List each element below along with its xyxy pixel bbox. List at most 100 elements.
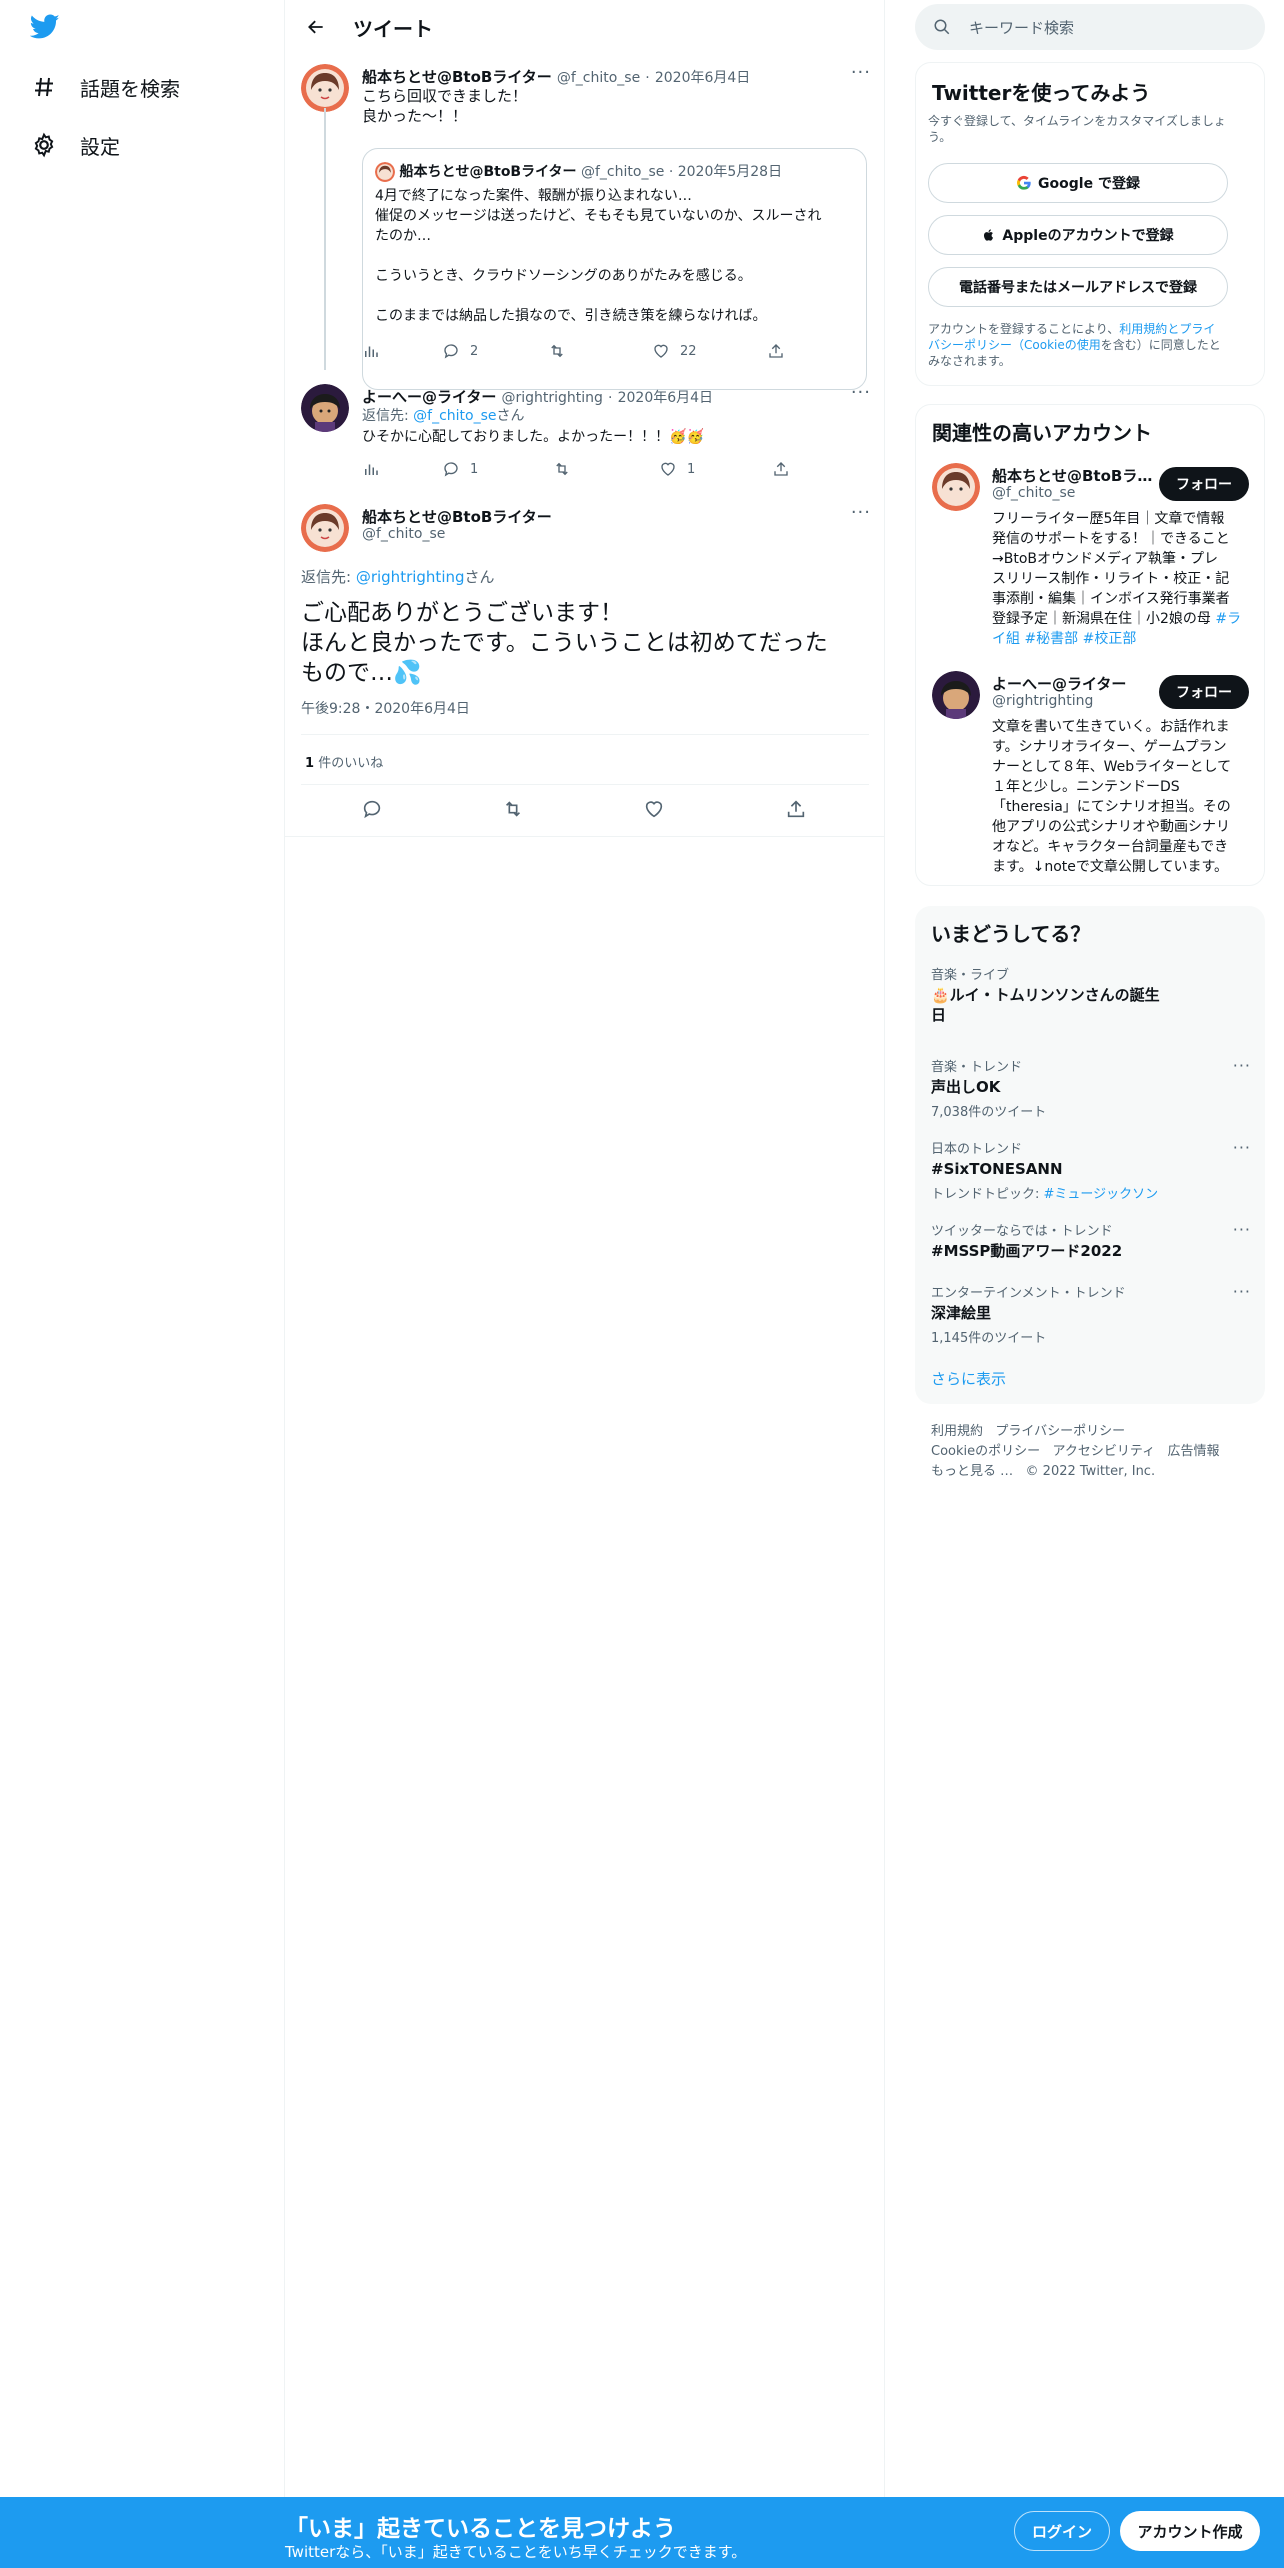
google-signup-button[interactable]: Google で登録 [928,163,1228,203]
legal-text: アカウントを登録することにより、 [928,322,1120,336]
more-options-icon[interactable]: ··· [1233,1056,1251,1075]
tweet-actions: 1 1 [362,456,882,482]
trend-topic-link[interactable]: #ミュージックソン [1044,1187,1159,1202]
trend-item[interactable]: 音楽・ライブ 🎂ルイ・トムリンソンさんの誕生 日 [931,964,1251,1025]
reply-to-link[interactable]: @rightrighting [356,568,465,586]
bio-line: ます。↓noteで文章公開しています。 [992,859,1229,875]
heart-icon [661,462,675,476]
privacy-link[interactable]: プライ [1179,322,1215,336]
more-options-icon[interactable]: ··· [851,382,871,403]
search-input[interactable]: キーワード検索 [969,17,1074,38]
author-handle[interactable]: @f_chito_se [557,70,640,86]
nav-explore[interactable]: 話題を検索 [30,67,180,107]
share-icon[interactable] [767,342,785,360]
hashtag-link[interactable]: #ラ [1215,611,1241,627]
avatar[interactable] [301,504,349,552]
footer-cookies-link[interactable]: Cookieのポリシー [931,1444,1040,1459]
like-count: 22 [680,343,697,359]
trend-item[interactable]: 音楽・トレンド 声出しOK 7,038件のツイート ··· [931,1056,1251,1120]
avatar[interactable] [301,384,349,432]
analytics-icon[interactable] [362,342,380,360]
share-icon[interactable] [772,460,790,478]
retweet-button[interactable] [547,342,567,360]
footer-privacy-link[interactable]: プライバシーポリシー [995,1424,1125,1439]
author-handle[interactable]: @f_chito_se [362,526,445,542]
privacy-cookie-link[interactable]: バシーポリシー（Cookieの使用 [928,338,1101,352]
author-handle[interactable]: @rightrighting [502,390,603,406]
phone-email-signup-button[interactable]: 電話番号またはメールアドレスで登録 [928,267,1228,307]
avatar[interactable] [932,671,980,719]
more-options-icon[interactable]: ··· [1233,1138,1251,1157]
tweet-text: こちら回収できました！ 良かった～！！ [362,86,527,126]
bio-line: →BtoBオウンドメディア執筆・プレ [992,551,1219,567]
avatar[interactable] [932,463,980,511]
footer-links: 利用規約 プライバシーポリシー Cookieのポリシー アクセシビリティ 広告情… [931,1422,1220,1482]
trend-title: #SixTONESANN [931,1160,1063,1178]
footer-ads-link[interactable]: 広告情報 [1168,1444,1220,1459]
tweet-text-line: こちら回収できました！ [362,87,528,105]
apple-signup-button[interactable]: Appleのアカウントで登録 [928,215,1228,255]
separator-dot: · [608,390,613,406]
footer-more-link[interactable]: もっと見る … [931,1464,1013,1479]
login-button[interactable]: ログイン [1014,2511,1110,2551]
reply-icon[interactable] [361,798,383,824]
reply-icon [444,344,458,359]
search-box[interactable]: キーワード検索 [915,4,1265,50]
trend-title-line: 🎂ルイ・トムリンソンさんの誕生 [931,986,1160,1004]
author-name[interactable]: よーへー@ライター [362,388,496,406]
author-name[interactable]: 船本ちとせ@BtoBライター [362,506,552,527]
reply-button[interactable]: 1 [442,460,478,478]
heart-icon[interactable] [643,798,665,824]
search-icon [934,19,950,35]
retweet-icon[interactable] [501,798,525,824]
share-icon[interactable] [785,798,807,824]
footer-accessibility-link[interactable]: アクセシビリティ [1053,1444,1156,1459]
trend-item[interactable]: ツイッターならでは・トレンド #MSSP動画アワード2022 ··· [931,1220,1251,1261]
more-options-icon[interactable]: ··· [1233,1282,1251,1301]
likes-summary[interactable]: 1 件のいいね [305,752,383,771]
more-options-icon[interactable]: ··· [851,62,871,83]
account-handle[interactable]: @f_chito_se [992,485,1075,501]
like-button[interactable]: 22 [652,342,697,360]
hashtag-link[interactable]: #秘書部 [1024,631,1078,647]
show-more-link[interactable]: さらに表示 [931,1368,1006,1389]
tweet-date[interactable]: 2020年6月4日 [618,390,713,406]
reply-to-link[interactable]: @f_chito_se [413,408,496,424]
more-options-icon[interactable]: ··· [851,502,871,523]
trend-category: 日本のトレンド [931,1142,1023,1157]
login-banner: 「いま」起きていることを見つけよう Twitterなら、「いま」起きていることを… [0,2497,1284,2568]
trend-topic: トレンドトピック: #ミュージックソン [931,1183,1251,1202]
bio-line: す。シナリオライター、ゲームプラン [992,739,1227,755]
thread-tweet-1[interactable]: 船本ちとせ@BtoBライター @f_chito_se · 2020年6月4日 ·… [285,62,885,390]
author-name[interactable]: 船本ちとせ@BtoBライター [362,68,552,86]
more-options-icon[interactable]: ··· [1233,1220,1251,1239]
bio-line: フリーライター歴5年目｜文章で情報 [992,511,1225,527]
avatar[interactable] [301,64,349,112]
trend-item[interactable]: エンターテインメント・トレンド 深津絵里 1,145件のツイート ··· [931,1282,1251,1346]
twitter-logo-icon[interactable] [29,14,66,44]
tweet-date[interactable]: 2020年6月4日 [655,70,750,86]
reply-button[interactable]: 2 [442,342,478,360]
tweet-timestamp[interactable]: 午後9:28・2020年6月4日 [301,698,470,718]
follow-button[interactable]: フォロー [1159,467,1249,501]
like-button[interactable]: 1 [659,460,695,478]
terms-link[interactable]: 利用規約 [1119,322,1167,336]
footer-terms-link[interactable]: 利用規約 [931,1424,983,1439]
account-name[interactable]: 船本ちとせ@BtoBラ… [992,465,1152,486]
reply-suffix: さん [464,568,495,586]
account-handle[interactable]: @rightrighting [992,693,1093,709]
follow-button[interactable]: フォロー [1159,675,1249,709]
account-bio: フリーライター歴5年目｜文章で情報 発信のサポートをする！｜できること →Bto… [992,509,1254,649]
back-arrow-icon[interactable] [299,10,333,44]
signup-button[interactable]: アカウント作成 [1120,2511,1260,2551]
analytics-icon[interactable] [362,460,380,478]
hashtag-link[interactable]: #校正部 [1083,631,1137,647]
nav-settings[interactable]: 設定 [30,125,120,165]
retweet-button[interactable] [552,460,572,478]
hashtag-link[interactable]: イ組 [992,631,1020,647]
thread-tweet-2[interactable]: よーへー@ライター @rightrighting · 2020年6月4日 ···… [285,382,885,492]
tweet-text-line: もので…💦 [301,660,422,686]
trend-item[interactable]: 日本のトレンド #SixTONESANN トレンドトピック: #ミュージックソン… [931,1138,1251,1202]
account-name[interactable]: よーへー@ライター [992,673,1126,694]
trend-title: 深津絵里 [931,1304,992,1322]
